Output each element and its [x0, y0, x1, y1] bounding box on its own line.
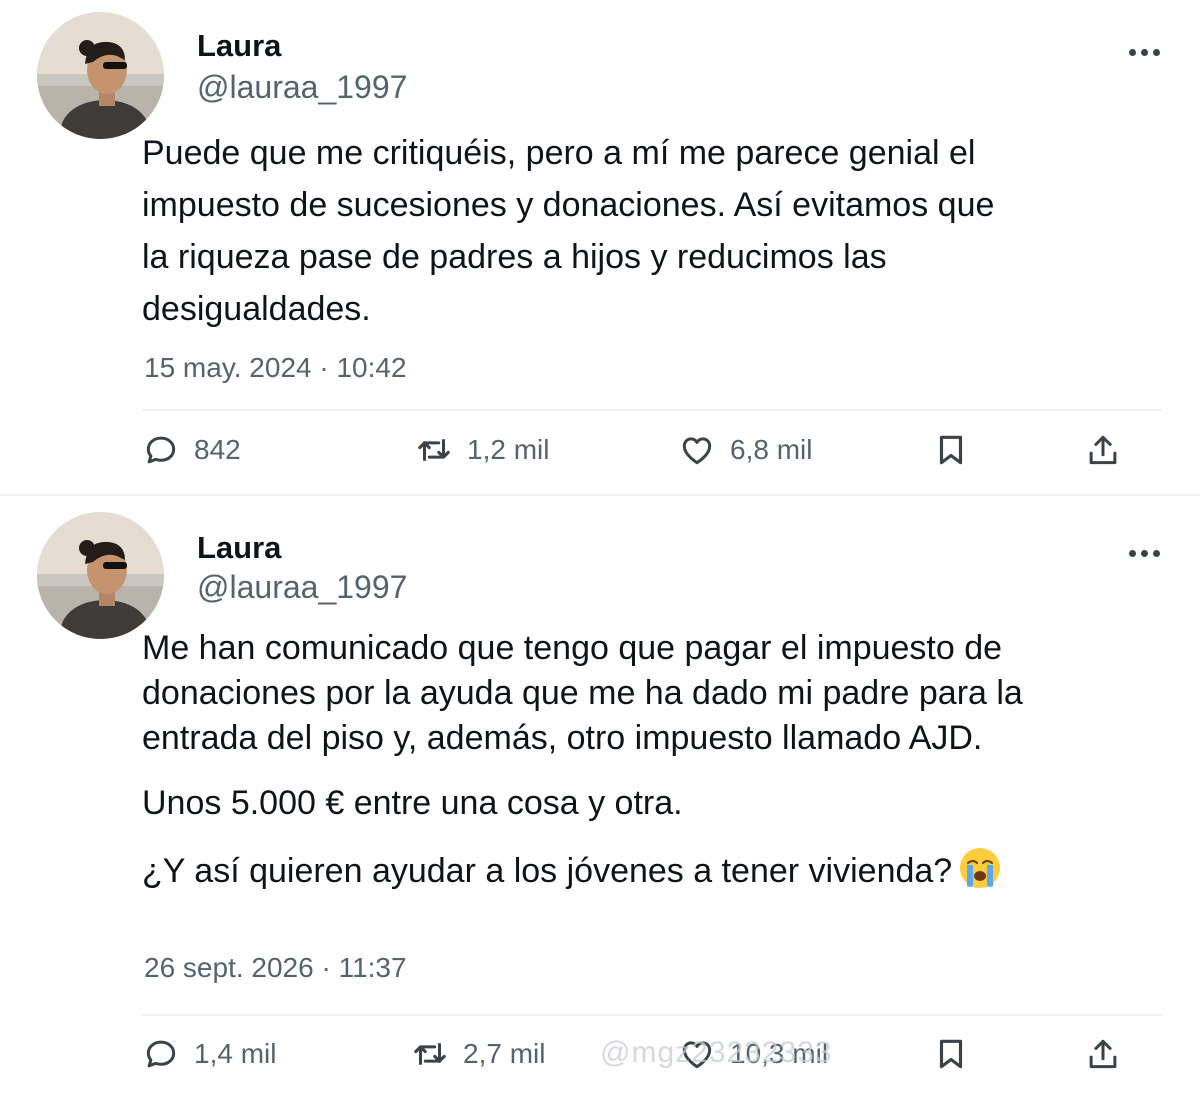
- retweet-icon: [418, 438, 450, 462]
- timestamp[interactable]: 26 sept. 2026 · 11:37: [144, 952, 407, 984]
- reply-count: 842: [194, 434, 241, 465]
- loudly-crying-face-icon: [958, 846, 1002, 890]
- timestamp[interactable]: 15 may. 2024 · 10:42: [144, 352, 407, 384]
- divider: [142, 409, 1162, 411]
- avatar[interactable]: [37, 512, 164, 639]
- retweet-button[interactable]: 1,2 mil: [415, 425, 549, 475]
- share-button[interactable]: [1084, 425, 1122, 475]
- tweet-text: Me han comunicado que tengo que pagar el…: [142, 626, 1142, 914]
- watermark: @mgz23232333: [600, 1036, 833, 1069]
- share-button[interactable]: [1084, 1029, 1122, 1079]
- display-name[interactable]: Laura: [197, 530, 281, 566]
- tweet-paragraph: Me han comunicado que tengo que pagar el…: [142, 629, 1023, 757]
- avatar-photo: [37, 12, 164, 139]
- retweet-count: 2,7 mil: [463, 1038, 546, 1069]
- tweet: Laura @lauraa_1997 Me han comunicado que…: [0, 496, 1200, 1098]
- tweet-text: Puede que me critiquéis, pero a mí me pa…: [142, 127, 1142, 355]
- retweet-button[interactable]: 2,7 mil: [411, 1029, 545, 1079]
- tweet-paragraph-text: ¿Y así quieren ayudar a los jóvenes a te…: [142, 852, 953, 890]
- divider: [142, 1014, 1162, 1016]
- heart-icon: [682, 437, 712, 465]
- bookmark-icon: [939, 435, 963, 465]
- avatar[interactable]: [37, 12, 164, 139]
- more-options-icon[interactable]: [1124, 543, 1164, 563]
- display-name[interactable]: Laura: [197, 28, 281, 64]
- reply-button[interactable]: 842: [142, 425, 241, 475]
- avatar-photo: [37, 512, 164, 639]
- tweet-paragraph: Puede que me critiquéis, pero a mí me pa…: [142, 134, 995, 328]
- retweet-count: 1,2 mil: [467, 434, 550, 465]
- more-options-icon[interactable]: [1124, 42, 1164, 62]
- tweet-paragraph: Unos 5.000 € entre una cosa y otra.: [142, 784, 683, 822]
- share-icon: [1089, 435, 1117, 465]
- reply-button[interactable]: 1,4 mil: [142, 1029, 276, 1079]
- reply-icon: [146, 436, 176, 464]
- reply-count: 1,4 mil: [194, 1038, 277, 1069]
- like-button[interactable]: 6,8 mil: [678, 425, 812, 475]
- bookmark-button[interactable]: [932, 425, 970, 475]
- username[interactable]: @lauraa_1997: [197, 68, 407, 106]
- retweet-icon: [414, 1042, 446, 1066]
- action-bar: 842 1,2 mil 6,8 mil: [0, 425, 1200, 475]
- username[interactable]: @lauraa_1997: [197, 568, 407, 606]
- bookmark-button[interactable]: [932, 1029, 970, 1079]
- bookmark-icon: [939, 1039, 963, 1069]
- reply-icon: [146, 1040, 176, 1068]
- share-icon: [1089, 1039, 1117, 1069]
- tweet: Laura @lauraa_1997 Puede que me critiqué…: [0, 0, 1200, 494]
- tweet-paragraph: ¿Y así quieren ayudar a los jóvenes a te…: [142, 846, 1142, 894]
- like-count: 6,8 mil: [730, 434, 813, 465]
